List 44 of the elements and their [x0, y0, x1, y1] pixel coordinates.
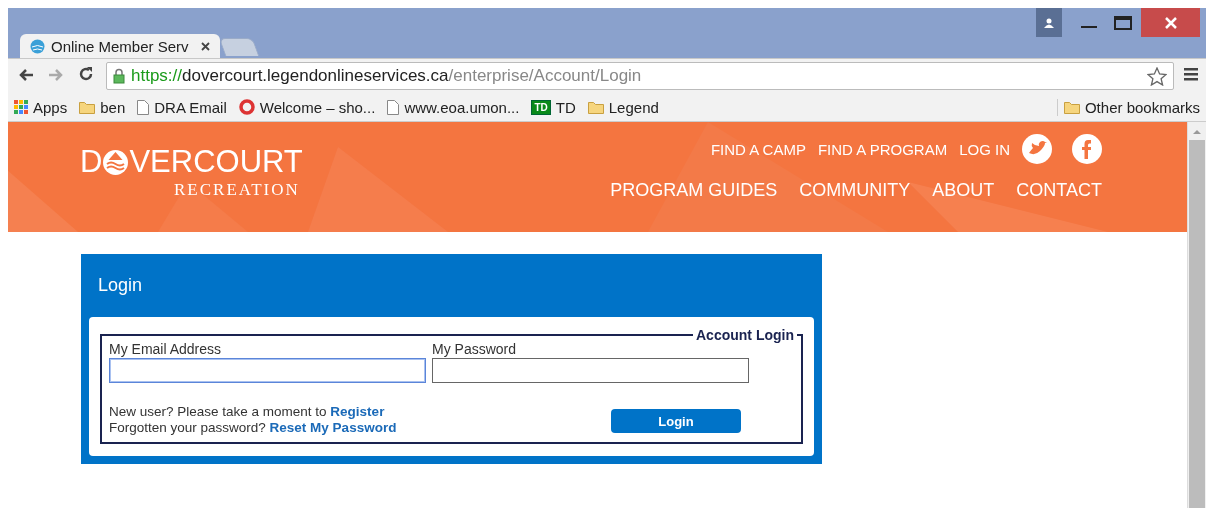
register-sentence: New user? Please take a moment to Register	[109, 404, 386, 420]
field-label: My Email Address	[109, 341, 223, 357]
other-bookmarks[interactable]: Other bookmarks	[1056, 98, 1200, 116]
star-icon[interactable]	[1147, 66, 1167, 86]
folder-icon	[79, 100, 96, 114]
browser-tab[interactable]: Online Member Serv	[20, 34, 220, 58]
tab-title: Online Member Serv	[51, 37, 189, 55]
bookmark[interactable]: Legend	[587, 98, 659, 116]
facebook-icon[interactable]	[1072, 134, 1102, 164]
login-button[interactable]: Login	[611, 409, 741, 433]
bookmark[interactable]: Welcome – sho...	[238, 98, 376, 116]
logo-text: D	[80, 144, 103, 180]
logo-subtitle: RECREATION	[174, 180, 300, 200]
folder-icon	[1063, 100, 1080, 114]
logo-emblem-icon	[102, 148, 130, 176]
page-icon	[137, 99, 150, 115]
apps-grid-icon	[14, 100, 28, 114]
panel-title: Login	[98, 275, 143, 296]
folder-icon	[587, 100, 604, 114]
register-link[interactable]: Register	[330, 404, 385, 419]
bookmark[interactable]: Apps	[14, 98, 68, 116]
frame-legend: Account Login	[693, 327, 797, 343]
address-bar[interactable]: https://dovercourt.legendonlineservices.ca/enterprise/Account/Login	[106, 62, 1174, 90]
twitter-bird-icon[interactable]	[1022, 134, 1052, 164]
bookmark[interactable]: DRA Email	[137, 98, 227, 116]
reset-sentence: Forgotten your password? Reset My Password	[109, 420, 397, 436]
scrollbar[interactable]	[1187, 122, 1206, 508]
input-field[interactable]	[109, 358, 426, 383]
globe-icon	[30, 38, 45, 54]
url-text: https://dovercourt.legendonlineservices.ca/enterprise/Account/Login	[131, 66, 642, 86]
ring-icon	[238, 99, 255, 115]
page-icon	[387, 99, 400, 115]
bookmark[interactable]: TD TD	[531, 98, 576, 116]
profile-icon[interactable]	[1036, 8, 1062, 37]
bookmark[interactable]: ben	[79, 98, 126, 116]
close-icon[interactable]	[1141, 8, 1200, 37]
td-icon: TD	[531, 99, 551, 115]
bookmark[interactable]: www.eoa.umon...	[387, 98, 520, 116]
lock-icon	[113, 68, 125, 84]
input-field[interactable]	[432, 358, 749, 383]
logo-text: VERCOURT	[129, 144, 303, 180]
close-tab-icon[interactable]	[200, 41, 210, 51]
field-label: My Password	[432, 341, 518, 357]
reset-password-link[interactable]: Reset My Password	[269, 420, 397, 435]
